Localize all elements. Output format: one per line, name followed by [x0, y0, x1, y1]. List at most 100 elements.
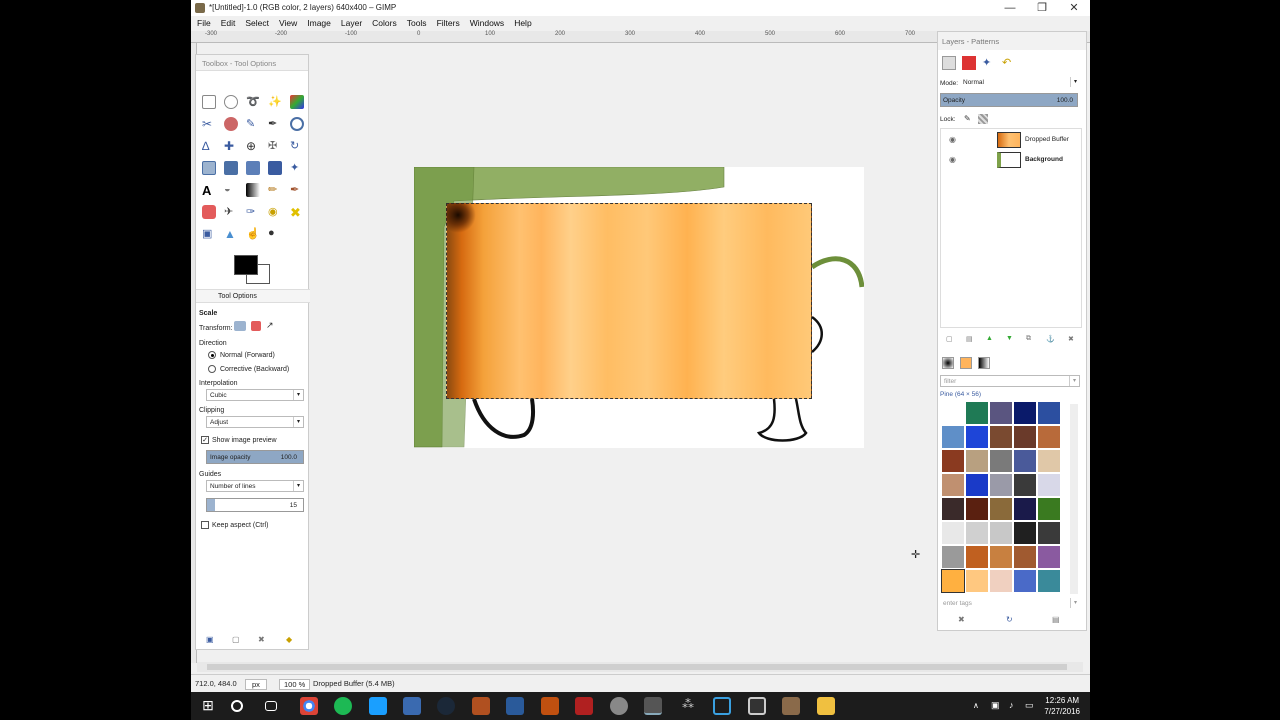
image-canvas[interactable]	[414, 167, 864, 448]
clone-tool-icon[interactable]: ◉	[268, 205, 282, 219]
gradients-tab-icon[interactable]	[978, 357, 990, 369]
interpolation-select[interactable]: Cubic ▾	[206, 389, 304, 401]
pattern-swatch[interactable]	[966, 570, 988, 592]
delete-layer-icon[interactable]: ✖	[1068, 335, 1074, 343]
pattern-swatch[interactable]	[942, 402, 964, 424]
patterns-tab-icon[interactable]	[960, 357, 972, 369]
pattern-swatch[interactable]	[1014, 450, 1036, 472]
image-opacity-slider[interactable]: Image opacity 100.0	[206, 450, 304, 464]
lock-alpha-icon[interactable]	[978, 114, 988, 124]
scissors-tool-icon[interactable]: ✂	[202, 117, 216, 131]
new-group-icon[interactable]: ▤	[966, 335, 973, 343]
lower-layer-icon[interactable]: ▼	[1006, 335, 1013, 342]
pattern-swatch[interactable]	[1038, 498, 1060, 520]
skype-icon[interactable]	[369, 697, 387, 715]
lock-pixels-icon[interactable]: ✎	[964, 114, 971, 123]
restore-button[interactable]: ❐	[1026, 0, 1058, 16]
pattern-swatch[interactable]	[1038, 570, 1060, 592]
perspective-clone-tool-icon[interactable]: ▣	[202, 227, 216, 241]
foreground-color-swatch[interactable]	[234, 255, 258, 275]
app-icon[interactable]	[748, 697, 766, 715]
duplicate-layer-icon[interactable]: ⧉	[1026, 335, 1031, 343]
heal-tool-icon[interactable]: ✖	[290, 205, 304, 220]
eraser-tool-icon[interactable]	[202, 205, 216, 219]
pattern-swatch[interactable]	[942, 522, 964, 544]
pattern-swatch[interactable]	[942, 498, 964, 520]
pattern-swatch[interactable]	[990, 546, 1012, 568]
brushes-tab-icon[interactable]	[942, 357, 954, 369]
reset-options-icon[interactable]: ◆	[286, 635, 292, 644]
app-icon[interactable]	[575, 697, 593, 715]
bucket-fill-tool-icon[interactable]: ◒	[224, 183, 238, 197]
gimp-taskbar-icon[interactable]	[644, 697, 662, 715]
tray-chevron-icon[interactable]: ∧	[973, 701, 979, 710]
transform-layer-icon[interactable]	[234, 321, 246, 331]
notification-icon[interactable]: ▭	[1025, 700, 1034, 711]
free-select-tool-icon[interactable]: ➰	[246, 95, 260, 109]
pattern-swatch[interactable]	[990, 498, 1012, 520]
pattern-swatch[interactable]	[1014, 570, 1036, 592]
pattern-swatch[interactable]	[1038, 522, 1060, 544]
eye-icon[interactable]: ◉	[949, 155, 956, 164]
task-view-icon[interactable]	[265, 701, 277, 711]
direction-corrective-radio[interactable]	[208, 365, 216, 373]
menu-help[interactable]: Help	[509, 16, 536, 31]
transform-path-icon[interactable]: ↗	[266, 320, 278, 334]
raise-layer-icon[interactable]: ▲	[986, 335, 993, 342]
ink-tool-icon[interactable]: ✑	[246, 205, 260, 219]
pattern-swatch[interactable]	[1014, 426, 1036, 448]
app-icon[interactable]	[541, 697, 559, 715]
delete-pattern-icon[interactable]: ✖	[958, 615, 965, 624]
measure-tool-icon[interactable]: ∆	[202, 139, 216, 153]
pattern-swatch[interactable]	[966, 474, 988, 496]
patterns-filter-input[interactable]: filter ▾	[940, 375, 1080, 387]
mode-select[interactable]: Normal ▾	[960, 77, 1080, 89]
pattern-swatch[interactable]	[1038, 546, 1060, 568]
show-preview-checkbox[interactable]: ✓	[201, 436, 209, 444]
volume-icon[interactable]: ♪	[1009, 700, 1014, 710]
text-tool-icon[interactable]: A	[202, 183, 216, 198]
zoom-select[interactable]: 100 %	[279, 679, 311, 690]
windows-start-icon[interactable]: ⊞	[199, 697, 217, 715]
app-icon[interactable]	[713, 697, 731, 715]
layer-row[interactable]: ◉ Background	[941, 151, 1081, 169]
app-icon[interactable]	[610, 697, 628, 715]
fuzzy-select-tool-icon[interactable]: ✨	[268, 95, 282, 109]
taskbar-clock[interactable]: 12:26 AM 7/27/2016	[1044, 695, 1080, 717]
pattern-swatch[interactable]	[966, 450, 988, 472]
app-icon[interactable]	[506, 697, 524, 715]
app-icon[interactable]	[782, 697, 800, 715]
pattern-swatch[interactable]	[966, 402, 988, 424]
refresh-patterns-icon[interactable]: ↻	[1006, 615, 1013, 624]
new-layer-icon[interactable]: ▢	[946, 335, 953, 343]
menu-view[interactable]: View	[274, 16, 302, 31]
layers-tab-icon[interactable]	[942, 56, 956, 70]
menu-colors[interactable]: Colors	[367, 16, 402, 31]
dropped-buffer-layer[interactable]	[446, 203, 812, 399]
blur-tool-icon[interactable]: ▲	[224, 227, 238, 241]
app-icon[interactable]	[403, 697, 421, 715]
crop-tool-icon[interactable]: ✠	[268, 139, 282, 153]
title-bar[interactable]: *[Untitled]-1.0 (RGB color, 2 layers) 64…	[191, 0, 1090, 16]
select-by-color-tool-icon[interactable]	[290, 95, 304, 109]
dodge-burn-tool-icon[interactable]: ●	[268, 227, 282, 241]
file-explorer-icon[interactable]	[817, 697, 835, 715]
paths-tab-icon[interactable]: ✦	[982, 56, 996, 70]
menu-layer[interactable]: Layer	[336, 16, 367, 31]
pattern-swatch[interactable]	[1014, 522, 1036, 544]
menu-tools[interactable]: Tools	[402, 16, 432, 31]
app-icon[interactable]: ⁂	[679, 697, 697, 715]
minimize-button[interactable]: —	[994, 0, 1026, 16]
pattern-swatch[interactable]	[1014, 546, 1036, 568]
rotate-tool-icon[interactable]: ↻	[290, 139, 304, 153]
keep-aspect-checkbox[interactable]	[201, 521, 209, 529]
pattern-swatch[interactable]	[990, 522, 1012, 544]
move-tool-icon[interactable]: ✚	[224, 139, 238, 153]
channels-tab-icon[interactable]	[962, 56, 976, 70]
pattern-swatch[interactable]	[966, 522, 988, 544]
smudge-tool-icon[interactable]: ☝	[246, 227, 260, 241]
pattern-swatch[interactable]	[990, 402, 1012, 424]
pattern-swatch[interactable]	[1038, 402, 1060, 424]
undo-tab-icon[interactable]: ↶	[1002, 56, 1016, 70]
spotify-icon[interactable]	[334, 697, 352, 715]
